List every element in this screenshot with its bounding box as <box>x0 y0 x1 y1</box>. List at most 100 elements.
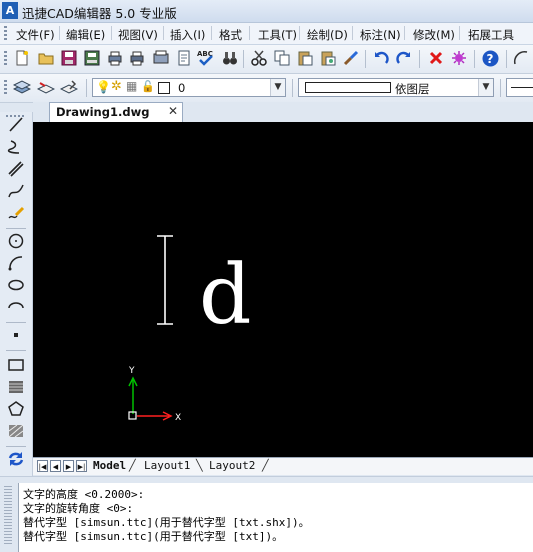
toolbar-separator <box>500 79 501 97</box>
menu-file[interactable]: 文件(F) <box>16 27 55 43</box>
tab-layout2[interactable]: Layout2 <box>209 459 255 472</box>
match-properties-brush-icon[interactable] <box>342 49 360 67</box>
spell-check-icon[interactable]: ABC <box>197 49 215 67</box>
polygon-tool-icon[interactable] <box>7 400 25 418</box>
watermark: Bai 经验 <box>444 516 511 535</box>
toolbar-separator <box>6 446 26 447</box>
chevron-down-icon[interactable]: ▼ <box>478 79 493 96</box>
circle-tool-icon[interactable] <box>7 232 25 250</box>
layer-dropdown[interactable]: 💡 ✲ ▦ 🔓 0 ▼ <box>92 78 286 97</box>
menu-separator <box>163 26 164 40</box>
paste-icon[interactable] <box>296 49 314 67</box>
spline-tool-icon[interactable] <box>7 182 25 200</box>
command-window-grip[interactable] <box>4 486 12 546</box>
lightbulb-on-icon[interactable]: 💡 <box>96 80 111 94</box>
toolbar-separator <box>6 350 26 351</box>
print-icon[interactable] <box>128 49 146 67</box>
plot-icon[interactable] <box>152 49 170 67</box>
unlock-icon[interactable]: 🔓 <box>141 80 155 93</box>
freeze-viewport-icon[interactable]: ▦ <box>126 79 137 93</box>
polyline-tool-icon[interactable] <box>7 138 25 156</box>
point-tool-icon[interactable] <box>7 326 25 344</box>
new-file-icon[interactable] <box>13 49 31 67</box>
last-layout-icon[interactable]: ▶| <box>76 460 87 472</box>
menu-format[interactable]: 格式 <box>219 27 242 43</box>
help-icon[interactable]: ? <box>481 49 499 67</box>
ellipse-tool-icon[interactable] <box>7 276 25 294</box>
ucs-axis-icon: Y X <box>128 366 181 423</box>
save-icon[interactable] <box>60 49 78 67</box>
redo-icon[interactable] <box>395 49 413 67</box>
document-tab[interactable]: Drawing1.dwg ✕ <box>49 102 183 122</box>
menu-bar: 文件(F) 编辑(E) 视图(V) 插入(I) 格式 工具(T) 绘制(D) 标… <box>0 23 533 45</box>
color-value: 依图层 <box>395 82 430 96</box>
save-all-icon[interactable] <box>83 49 101 67</box>
menu-separator <box>59 26 60 40</box>
menu-insert[interactable]: 插入(I) <box>170 27 205 43</box>
drawing-canvas[interactable]: d Y X <box>33 122 533 457</box>
menubar-grip[interactable] <box>4 26 7 40</box>
cut-scissors-icon[interactable] <box>250 49 268 67</box>
open-folder-icon[interactable] <box>37 49 55 67</box>
layer-match-icon[interactable] <box>60 78 78 96</box>
delete-x-icon[interactable] <box>427 49 445 67</box>
menu-view[interactable]: 视图(V) <box>118 27 158 43</box>
menu-modify[interactable]: 修改(M) <box>413 27 455 43</box>
close-icon[interactable]: ✕ <box>168 104 178 118</box>
standard-toolbar: ABC ? <box>0 45 533 74</box>
linetype-preview <box>511 87 533 88</box>
layer-name: 0 <box>178 81 186 95</box>
menu-edit[interactable]: 编辑(E) <box>66 27 105 43</box>
ellipse-arc-tool-icon[interactable] <box>7 298 25 316</box>
toolbar-separator <box>6 322 26 323</box>
command-splitter[interactable] <box>0 476 533 483</box>
layer-manager-icon[interactable] <box>13 78 31 96</box>
regen-refresh-icon[interactable] <box>7 450 25 468</box>
text-cursor <box>157 235 173 325</box>
next-layout-icon[interactable]: ▶ <box>63 460 74 472</box>
menu-draw[interactable]: 绘制(D) <box>307 27 348 43</box>
freehand-pencil-icon[interactable] <box>7 204 25 222</box>
undo-icon[interactable] <box>372 49 390 67</box>
paste-special-icon[interactable] <box>319 49 337 67</box>
toolbar-grip[interactable] <box>4 51 7 65</box>
hatch-tool-icon[interactable] <box>7 378 25 396</box>
drawn-text[interactable]: d <box>199 248 252 343</box>
chevron-down-icon[interactable]: ▼ <box>270 79 285 96</box>
toolbar-separator <box>86 79 87 97</box>
linetype-dropdown[interactable] <box>506 78 533 97</box>
gradient-tool-icon[interactable] <box>7 422 25 440</box>
sun-thaw-icon[interactable]: ✲ <box>111 79 122 94</box>
tab-separator: ╱ <box>129 459 136 472</box>
tab-model[interactable]: Model <box>93 459 126 472</box>
find-binoculars-icon[interactable] <box>221 49 239 67</box>
axis-y-label: Y <box>128 366 135 376</box>
app-logo-icon: A <box>2 2 18 19</box>
print-preview-icon[interactable] <box>106 49 124 67</box>
toolbar-separator <box>419 50 420 68</box>
toolbar-separator <box>6 228 26 229</box>
layer-previous-icon[interactable] <box>37 78 55 96</box>
menu-tools[interactable]: 工具(T) <box>258 27 297 43</box>
toolbar-separator <box>365 50 366 68</box>
layer-color-swatch <box>158 82 170 94</box>
arc-tool-icon[interactable] <box>7 254 25 272</box>
toolbar-separator <box>506 50 507 68</box>
document-icon[interactable] <box>175 49 193 67</box>
line-tool-icon[interactable] <box>7 115 25 133</box>
menu-separator <box>459 26 460 40</box>
toolbar-grip[interactable] <box>4 80 7 94</box>
menu-dimension[interactable]: 标注(N) <box>360 27 401 43</box>
multiline-tool-icon[interactable] <box>7 160 25 178</box>
toolbar-separator <box>474 50 475 68</box>
copy-icon[interactable] <box>273 49 291 67</box>
color-dropdown[interactable]: 依图层 ▼ <box>298 78 494 97</box>
menu-separator <box>211 26 212 40</box>
tab-layout1[interactable]: Layout1 <box>144 459 190 472</box>
previous-layout-icon[interactable]: ◀ <box>50 460 61 472</box>
first-layout-icon[interactable]: |◀ <box>37 460 48 472</box>
menu-extend-tools[interactable]: 拓展工具 <box>468 27 514 43</box>
rectangle-tool-icon[interactable] <box>7 356 25 374</box>
arc-tool-icon[interactable] <box>512 49 530 67</box>
explode-icon[interactable] <box>450 49 468 67</box>
